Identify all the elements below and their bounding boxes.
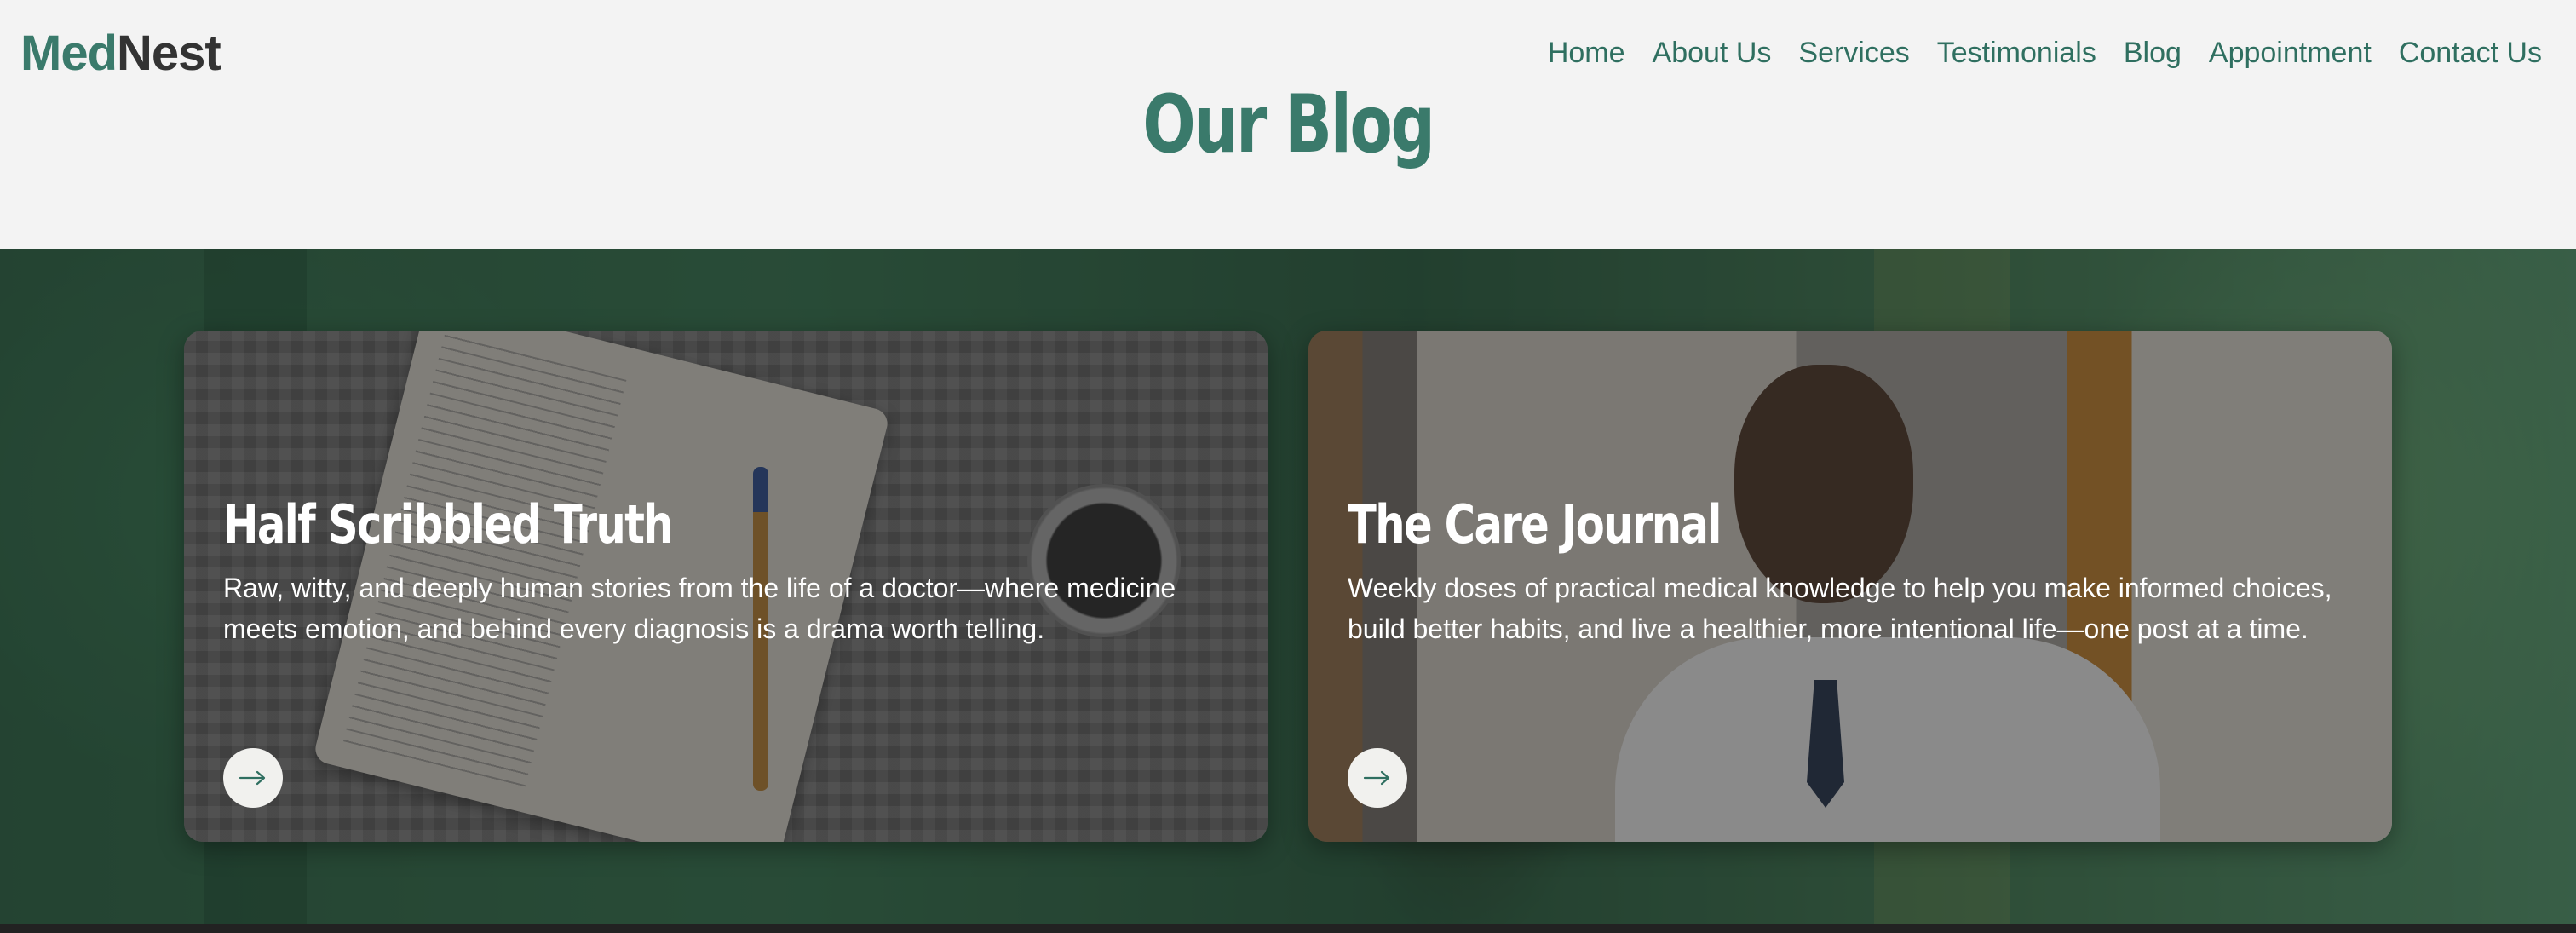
card-description: Raw, witty, and deeply human stories fro… xyxy=(223,573,1176,644)
read-more-button[interactable] xyxy=(223,748,283,808)
card-body: The Care Journal Weekly doses of practic… xyxy=(1348,492,2341,649)
logo[interactable]: MedNest xyxy=(20,24,221,84)
logo-med: Med xyxy=(20,26,118,81)
page: MedNest Home About Us Services Testimoni… xyxy=(0,0,2576,933)
card-title: Half Scribbled Truth xyxy=(223,493,674,556)
nav-services[interactable]: Services xyxy=(1798,31,1909,75)
blog-card-half-scribbled-truth[interactable]: Half Scribbled Truth Raw, witty, and dee… xyxy=(184,331,1268,842)
nav-appointment[interactable]: Appointment xyxy=(2209,31,2372,75)
arrow-right-icon xyxy=(1363,770,1390,786)
page-title: Our Blog xyxy=(1142,78,1435,171)
nav-about-us[interactable]: About Us xyxy=(1653,31,1772,75)
nav-blog[interactable]: Blog xyxy=(2124,31,2182,75)
footer-strip xyxy=(0,924,2576,933)
logo-nest: Nest xyxy=(117,26,221,81)
read-more-button[interactable] xyxy=(1348,748,1407,808)
arrow-right-icon xyxy=(239,770,266,786)
card-title: The Care Journal xyxy=(1348,493,1722,556)
main-nav: Home About Us Services Testimonials Blog… xyxy=(1548,31,2542,75)
card-description: Weekly doses of practical medical knowle… xyxy=(1348,573,2332,644)
header: MedNest Home About Us Services Testimoni… xyxy=(0,0,2576,249)
nav-testimonials[interactable]: Testimonials xyxy=(1937,31,2096,75)
blog-card-the-care-journal[interactable]: The Care Journal Weekly doses of practic… xyxy=(1308,331,2392,842)
nav-contact-us[interactable]: Contact Us xyxy=(2399,31,2542,75)
blog-cards: Half Scribbled Truth Raw, witty, and dee… xyxy=(184,331,2392,842)
nav-home[interactable]: Home xyxy=(1548,31,1625,75)
card-body: Half Scribbled Truth Raw, witty, and dee… xyxy=(223,492,1216,649)
